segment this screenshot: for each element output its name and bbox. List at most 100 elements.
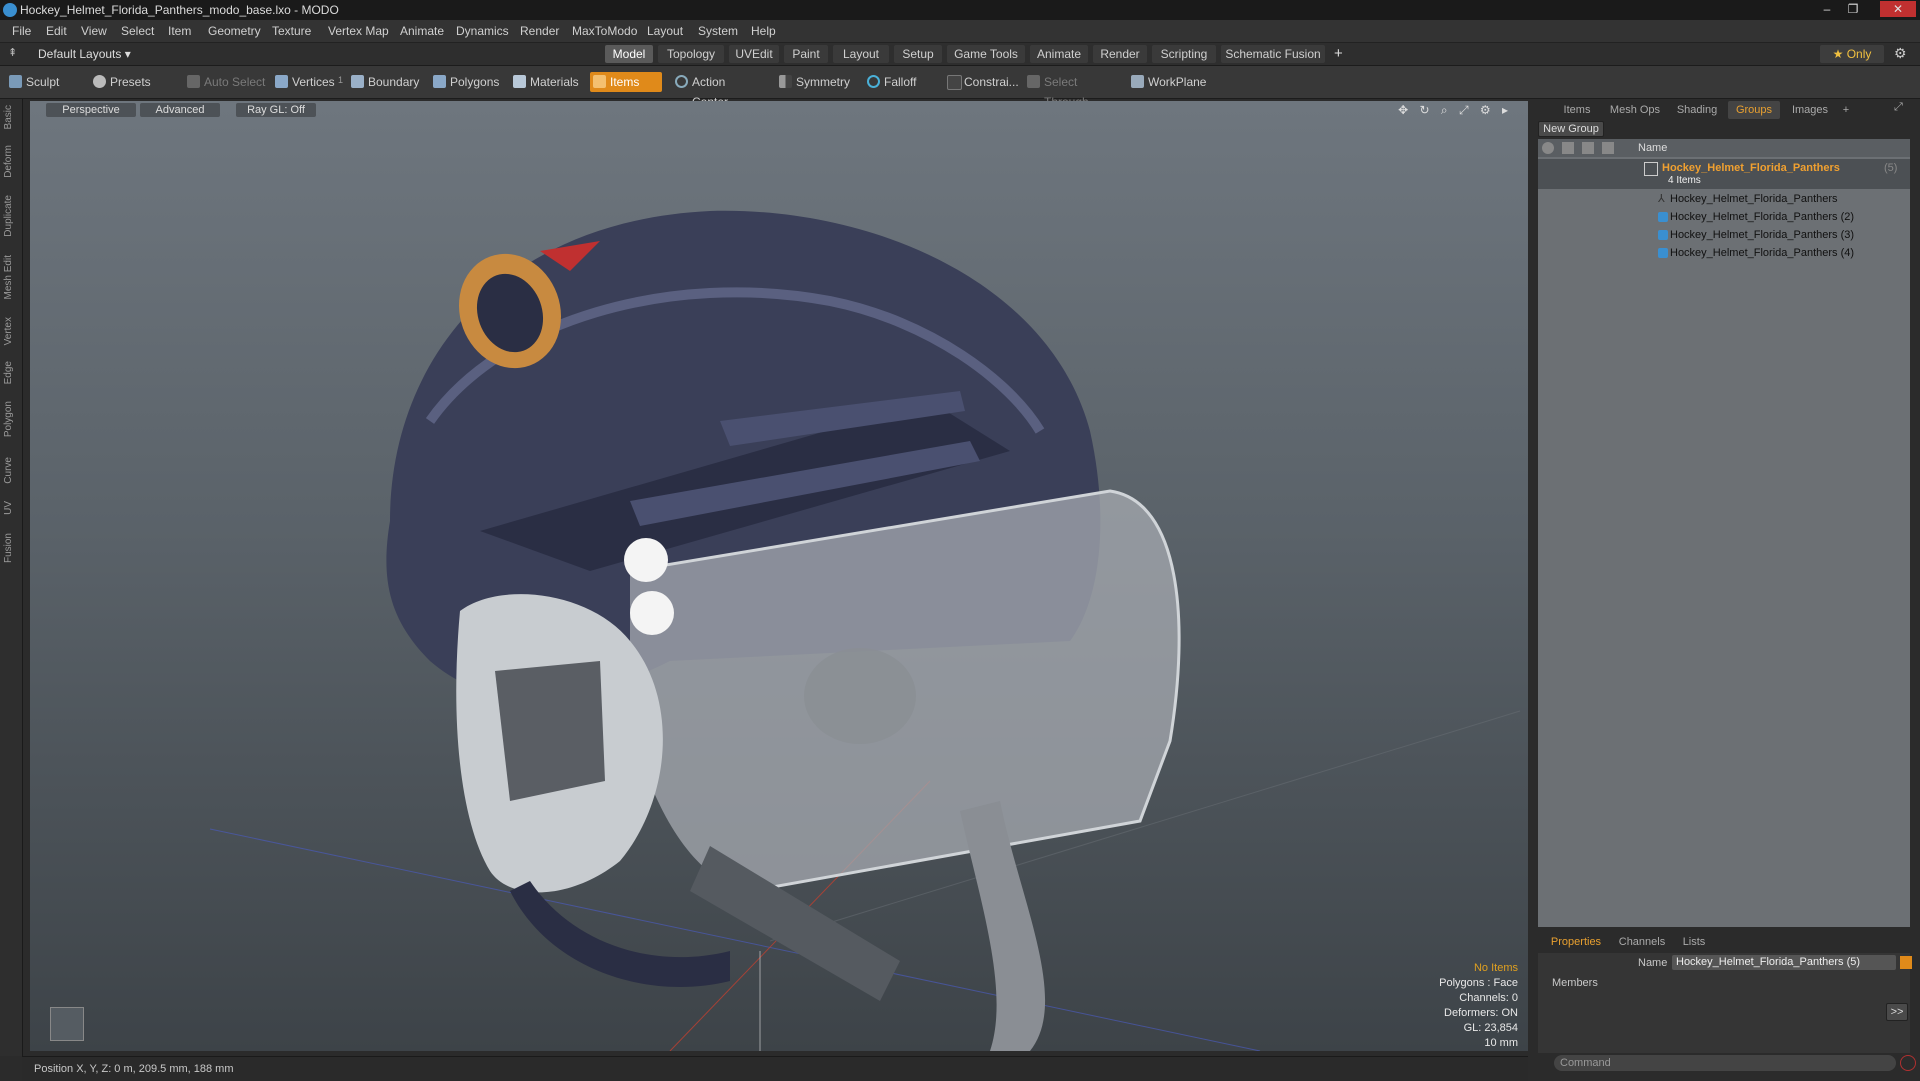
settings-gear-icon[interactable]: ⚙ [1894,45,1907,62]
menu-item[interactable]: Item [168,20,191,42]
tab-channels[interactable]: Channels [1614,933,1670,951]
menu-geometry[interactable]: Geometry [208,20,261,42]
presets-button[interactable]: Presets [90,72,170,92]
viewport-info-hud: No Items Polygons : Face Channels: 0 Def… [1439,961,1518,1051]
vertices-count: 1 [338,75,344,85]
tab-animate[interactable]: Animate [1030,45,1088,63]
left-tab-edge[interactable]: Edge [3,361,19,384]
left-tab-polygon[interactable]: Polygon [3,401,19,437]
sculpt-button[interactable]: Sculpt [6,72,86,92]
tab-game-tools[interactable]: Game Tools [947,45,1025,63]
right-panel: Items Mesh Ops Shading Groups Images + ⤢… [1534,99,1920,1080]
auto-select-button[interactable]: Auto Select [184,72,266,92]
select-header-icon[interactable] [1602,142,1614,154]
left-tab-fusion[interactable]: Fusion [3,533,19,563]
menu-edit[interactable]: Edit [46,20,67,42]
tab-render[interactable]: Render [1093,45,1147,63]
layouts-dropdown[interactable]: Default Layouts ▾ [38,43,131,65]
menu-bar: File Edit View Select Item Geometry Text… [0,20,1920,43]
items-button[interactable]: Items [590,72,662,92]
left-tab-mesh-edit[interactable]: Mesh Edit [3,255,19,299]
layout-bar: ⇞ Default Layouts ▾ Model Topology UVEdi… [0,43,1920,66]
left-tab-duplicate[interactable]: Duplicate [3,195,19,237]
menu-vertex-map[interactable]: Vertex Map [328,20,389,42]
menu-texture[interactable]: Texture [272,20,311,42]
list-item[interactable]: Hockey_Helmet_Florida_Panthers (4) [1538,244,1910,262]
workplane-button[interactable]: WorkPlane [1128,72,1208,92]
tab-setup[interactable]: Setup [894,45,942,63]
select-through-button[interactable]: Select Through [1024,72,1120,109]
only-toggle[interactable]: ★ Only [1820,45,1884,63]
left-tab-uv[interactable]: UV [3,501,19,515]
tab-uvedit[interactable]: UVEdit [729,45,779,63]
panel-expand-icon[interactable]: ⤢ [1894,101,1903,114]
tab-schematic-fusion[interactable]: Schematic Fusion [1221,45,1325,63]
presets-icon [93,75,106,88]
tab-lists[interactable]: Lists [1674,933,1714,951]
left-tab-deform[interactable]: Deform [3,145,19,178]
tab-groups[interactable]: Groups [1728,101,1780,119]
window-title: Hockey_Helmet_Florida_Panthers_modo_base… [20,3,339,17]
tab-properties[interactable]: Properties [1544,933,1608,951]
expand-members-button[interactable]: >> [1886,1003,1908,1021]
constraints-button[interactable]: Constrai... [944,72,1019,92]
hud-gl: GL: 23,854 [1463,1022,1518,1034]
color-swatch[interactable] [1900,956,1912,969]
menu-dynamics[interactable]: Dynamics [456,20,509,42]
sculpt-icon [9,75,22,88]
tab-items[interactable]: Items [1554,101,1600,119]
group-row[interactable]: Hockey_Helmet_Florida_Panthers (5) 4 Ite… [1538,159,1910,189]
falloff-button[interactable]: Falloff [864,72,926,92]
tab-shading[interactable]: Shading [1670,101,1724,119]
menu-layout[interactable]: Layout [647,20,683,42]
menu-select[interactable]: Select [121,20,154,42]
hud-selection: No Items [1473,962,1518,974]
tab-layout[interactable]: Layout [833,45,889,63]
polygons-button[interactable]: Polygons [430,72,502,92]
menu-render[interactable]: Render [520,20,559,42]
group-icon [1644,162,1658,176]
boundary-button[interactable]: Boundary [348,72,428,92]
render-header-icon[interactable] [1562,142,1574,154]
command-run-icon[interactable] [1900,1055,1916,1071]
menu-animate[interactable]: Animate [400,20,444,42]
materials-button[interactable]: Materials [510,72,588,92]
hud-grid-size: 10 mm [1484,1037,1518,1049]
tab-topology[interactable]: Topology [658,45,724,63]
menu-maxtomodo[interactable]: MaxToModo [572,20,637,42]
visibility-header-icon[interactable] [1542,142,1554,154]
name-field[interactable]: Hockey_Helmet_Florida_Panthers (5) [1672,955,1896,970]
list-item[interactable]: Hockey_Helmet_Florida_Panthers (3) [1538,226,1910,244]
left-tab-basic[interactable]: Basic [3,105,19,129]
left-tab-vertex[interactable]: Vertex [3,317,19,345]
vertices-button[interactable]: Vertices [272,72,335,92]
new-group-button[interactable]: New Group [1538,121,1604,137]
tab-mesh-ops[interactable]: Mesh Ops [1604,101,1666,119]
tab-images[interactable]: Images [1784,101,1836,119]
symmetry-button[interactable]: Symmetry [776,72,852,92]
list-item[interactable]: Hockey_Helmet_Florida_Panthers (2) [1538,208,1910,226]
tab-model[interactable]: Model [605,45,653,63]
tab-paint[interactable]: Paint [784,45,828,63]
minimize-button[interactable]: – [1816,1,1838,17]
command-input[interactable]: Command [1554,1055,1896,1071]
3d-viewport[interactable]: Perspective Advanced Ray GL: Off ✥ ↻ ⌕ ⤢… [30,101,1528,1051]
menu-file[interactable]: File [12,20,31,42]
tab-scripting[interactable]: Scripting [1152,45,1216,63]
add-panel-tab-button[interactable]: + [1838,101,1854,119]
helmet-model-render [209,210,1521,1051]
polygons-icon [433,75,446,88]
group-items-label: 4 Items [1668,175,1701,186]
menu-view[interactable]: View [81,20,107,42]
left-tab-curve[interactable]: Curve [3,457,19,484]
lock-header-icon[interactable] [1582,142,1594,154]
action-center-button[interactable]: Action Center [672,72,764,109]
list-item[interactable]: ⅄ Hockey_Helmet_Florida_Panthers [1538,190,1910,208]
menu-help[interactable]: Help [751,20,776,42]
list-header: Name [1538,139,1910,157]
layouts-toggle-icon[interactable]: ⇞ [8,46,17,59]
menu-system[interactable]: System [698,20,738,42]
add-tab-button[interactable]: + [1334,43,1343,65]
close-button[interactable]: ✕ [1880,1,1916,17]
maximize-button[interactable]: ❐ [1842,1,1864,17]
